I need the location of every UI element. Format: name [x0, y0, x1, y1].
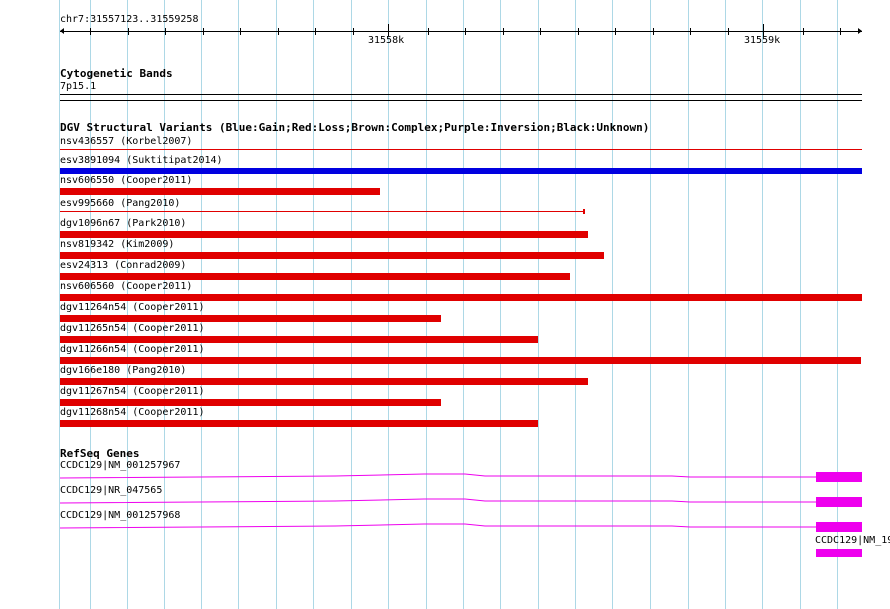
ruler-minor-tick: [840, 28, 841, 35]
grid-line: [463, 0, 464, 609]
grid-line: [538, 0, 539, 609]
dgv-variant-label[interactable]: esv3891094 (Suktitipat2014): [60, 155, 223, 167]
dgv-variant-label[interactable]: dgv11267n54 (Cooper2011): [60, 386, 205, 398]
ruler-minor-tick: [278, 28, 279, 35]
dgv-variant-bar[interactable]: [60, 378, 588, 385]
grid-line: [426, 0, 427, 609]
dgv-variant-label[interactable]: nsv436557 (Korbel2007): [60, 136, 192, 148]
ruler-minor-tick: [203, 28, 204, 35]
dgv-variant-bar[interactable]: [60, 357, 861, 364]
dgv-variant-label[interactable]: esv995660 (Pang2010): [60, 198, 180, 210]
dgv-variant-bar[interactable]: [60, 231, 588, 238]
dgv-variant-label[interactable]: dgv11265n54 (Cooper2011): [60, 323, 205, 335]
cyto-track-title[interactable]: Cytogenetic Bands: [60, 68, 173, 80]
dgv-variant-label[interactable]: dgv166e180 (Pang2010): [60, 365, 186, 377]
grid-line: [837, 0, 838, 609]
ruler-minor-tick: [690, 28, 691, 35]
dgv-variant-label[interactable]: dgv11266n54 (Cooper2011): [60, 344, 205, 356]
grid-line: [500, 0, 501, 609]
dgv-variant-bar[interactable]: [60, 420, 538, 427]
grid-line: [800, 0, 801, 609]
grid-line: [650, 0, 651, 609]
ruler-minor-tick: [465, 28, 466, 35]
ruler-minor-tick: [315, 28, 316, 35]
refseq-gene-exon[interactable]: [816, 497, 862, 507]
ruler-arrow-right-icon: [858, 28, 862, 34]
dgv-variant-label[interactable]: nsv606550 (Cooper2011): [60, 175, 192, 187]
dgv-variant-bar[interactable]: [60, 294, 862, 301]
grid-line: [276, 0, 277, 609]
grid-line: [351, 0, 352, 609]
ruler-minor-tick: [728, 28, 729, 35]
refseq-gene-exon[interactable]: [816, 522, 862, 532]
dgv-variant-label[interactable]: nsv819342 (Kim2009): [60, 239, 174, 251]
dgv-variant-label[interactable]: dgv1096n67 (Park2010): [60, 218, 186, 230]
dgv-variant-bar[interactable]: [60, 336, 538, 343]
dgv-variant-bar[interactable]: [60, 149, 862, 150]
ruler-minor-tick: [615, 28, 616, 35]
ruler-minor-tick: [578, 28, 579, 35]
ruler-minor-tick: [503, 28, 504, 35]
ruler-minor-tick: [428, 28, 429, 35]
dgv-variant-label[interactable]: dgv11264n54 (Cooper2011): [60, 302, 205, 314]
ruler-axis: [60, 31, 862, 32]
cyto-band-bottom-line[interactable]: [60, 100, 862, 101]
grid-line: [688, 0, 689, 609]
ruler-minor-tick: [240, 28, 241, 35]
ruler-minor-tick: [90, 28, 91, 35]
grid-line: [725, 0, 726, 609]
grid-line: [238, 0, 239, 609]
ruler-minor-tick: [653, 28, 654, 35]
dgv-variant-bar[interactable]: [60, 168, 862, 174]
ruler-position-label: chr7:31557123..31559258: [60, 14, 199, 25]
dgv-variant-bar[interactable]: [60, 273, 570, 280]
dgv-variant-bar[interactable]: [60, 211, 584, 212]
ruler-minor-tick: [165, 28, 166, 35]
cyto-band-label: 7p15.1: [60, 81, 97, 92]
dgv-variant-bar[interactable]: [60, 399, 441, 406]
refseq-gene-intron-line[interactable]: [0, 521, 890, 533]
ruler-arrow-left-icon: [60, 28, 64, 34]
dgv-variant-end-cap: [583, 209, 585, 214]
refseq-partial-gene-label[interactable]: CCDC129|NM_19: [815, 535, 890, 547]
dgv-variant-label[interactable]: dgv11268n54 (Cooper2011): [60, 407, 205, 419]
dgv-variant-label[interactable]: nsv606560 (Cooper2011): [60, 281, 192, 293]
dgv-track-title[interactable]: DGV Structural Variants (Blue:Gain;Red:L…: [60, 122, 649, 134]
refseq-partial-gene-exon[interactable]: [816, 549, 862, 557]
ruler-label-31559k: 31559k: [744, 35, 781, 46]
dgv-variant-label[interactable]: esv24313 (Conrad2009): [60, 260, 186, 272]
refseq-gene-exon[interactable]: [816, 472, 862, 482]
cyto-band-top-line[interactable]: [60, 94, 862, 95]
dgv-variant-bar[interactable]: [60, 315, 441, 322]
grid-line: [762, 0, 763, 609]
ruler-minor-tick: [353, 28, 354, 35]
refseq-gene-intron-line[interactable]: [0, 471, 890, 483]
ruler-minor-tick: [803, 28, 804, 35]
grid-line: [612, 0, 613, 609]
dgv-variant-bar[interactable]: [60, 188, 380, 195]
grid-line: [313, 0, 314, 609]
dgv-variant-bar[interactable]: [60, 252, 604, 259]
ruler-minor-tick: [540, 28, 541, 35]
refseq-gene-intron-line[interactable]: [0, 496, 890, 508]
ruler-label-31558k: 31558k: [368, 35, 405, 46]
ruler-minor-tick: [128, 28, 129, 35]
grid-line: [575, 0, 576, 609]
refseq-track-title[interactable]: RefSeq Genes: [60, 448, 139, 460]
grid-line: [388, 0, 389, 609]
